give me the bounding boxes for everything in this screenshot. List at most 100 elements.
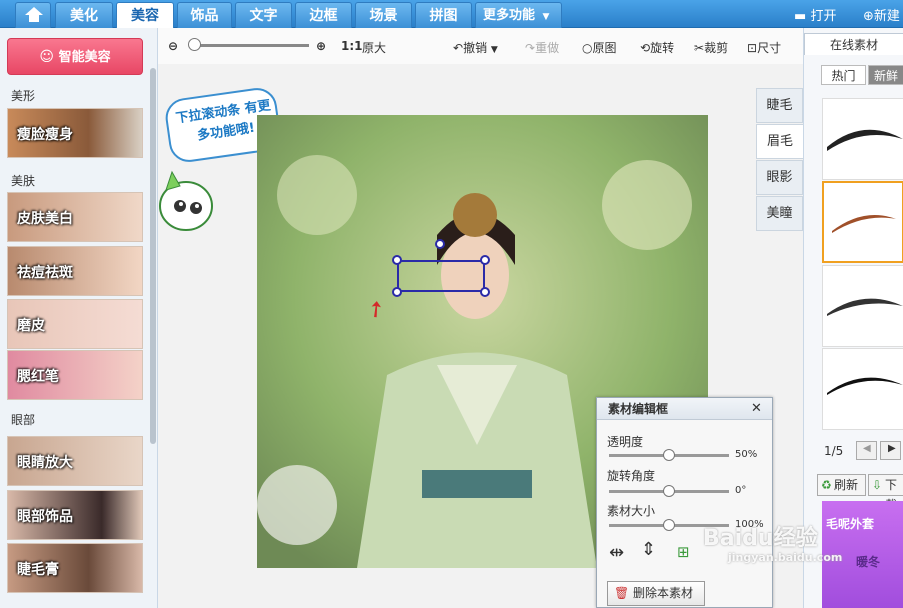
sidebar-item-smooth[interactable]: 磨皮 (7, 299, 143, 349)
sidebar-scrollbar[interactable] (150, 68, 156, 444)
feature-sidebar: ☺ 智能美容 美形 瘦脸瘦身 美肤 皮肤美白 祛痘祛斑 磨皮 腮红笔 眼部 眼睛… (0, 28, 158, 608)
rotate-label: 旋转 (650, 41, 675, 55)
resize-handle[interactable] (392, 287, 402, 297)
delete-material-button[interactable]: 🗑 删除本素材 (607, 581, 705, 606)
original-button[interactable]: ○原图 (582, 39, 617, 56)
eyebrow-thumb[interactable] (822, 265, 903, 347)
sidebar-item-label: 磨皮 (17, 318, 45, 334)
ad-text: 暖冬 (856, 555, 881, 569)
zoom-in-icon[interactable]: ⊕ (316, 39, 326, 53)
sidebar-item-label: 祛痘祛斑 (17, 265, 73, 281)
sidebar-item-label: 眼睛放大 (17, 455, 73, 471)
smart-beauty-label: 智能美容 (58, 50, 111, 65)
flip-vertical-icon[interactable]: ⇕ (641, 539, 656, 560)
sidebar-item-label: 皮肤美白 (17, 211, 73, 227)
close-icon[interactable]: ✕ (751, 401, 762, 416)
size-label: 尺寸 (757, 41, 782, 55)
download-icon: ⇩ (872, 478, 883, 492)
redo-button[interactable]: ↷重做 (525, 39, 559, 56)
tab-border[interactable]: 边框 (295, 2, 352, 28)
tab-accessories[interactable]: 饰品 (177, 2, 232, 28)
eyebrow-thumb[interactable] (822, 98, 903, 180)
section-skin-title: 美肤 (11, 174, 36, 188)
home-tab[interactable] (15, 2, 51, 28)
mascot-icon (159, 170, 213, 231)
rotation-value: 0° (735, 485, 747, 496)
chevron-down-icon: ▼ (542, 12, 550, 22)
tab-contact-lens[interactable]: 美瞳 (756, 196, 803, 231)
chevron-right-icon: ▶ (888, 443, 896, 454)
redo-label: 重做 (535, 41, 560, 55)
face-icon: ☺ (39, 49, 55, 65)
rotate-icon: ⟲ (640, 41, 651, 55)
refresh-icon: ♻ (821, 478, 832, 492)
tab-collage[interactable]: 拼图 (415, 2, 472, 28)
eyebrow-icon (827, 298, 903, 316)
tab-online-material[interactable]: 在线素材 (804, 33, 903, 55)
eyebrow-thumb[interactable] (822, 348, 903, 430)
sidebar-item-slim-face[interactable]: 瘦脸瘦身 (7, 108, 143, 158)
undo-icon: ↶ (453, 41, 464, 55)
redo-icon: ↷ (525, 41, 536, 55)
opacity-slider-knob[interactable] (663, 449, 675, 461)
tab-text[interactable]: 文字 (235, 2, 292, 28)
resize-handle[interactable] (392, 255, 402, 265)
resize-handle[interactable] (480, 255, 490, 265)
circle-icon: ○ (582, 41, 593, 55)
crop-button[interactable]: ✂裁剪 (694, 39, 728, 56)
page-indicator: 1/5 (824, 444, 844, 458)
top-nav-bar: 美化 美容 饰品 文字 边框 场景 拼图 更多功能 ▼ ▬ 打开 ⊕新建 (0, 0, 903, 29)
rotate-button[interactable]: ⟲旋转 (640, 39, 674, 56)
smart-beauty-button[interactable]: ☺ 智能美容 (7, 38, 143, 75)
sidebar-item-eye-accessories[interactable]: 眼部饰品 (7, 490, 143, 540)
resize-handle[interactable] (480, 287, 490, 297)
open-button[interactable]: ▬ 打开 (794, 5, 836, 24)
sidebar-item-label: 瘦脸瘦身 (17, 127, 73, 143)
scissors-icon: ✂ (694, 41, 705, 55)
material-category-tabs: 睫毛 眉毛 眼影 美瞳 (756, 88, 803, 232)
section-shape-title: 美形 (11, 89, 36, 103)
next-page-button[interactable]: ▶ (880, 441, 901, 460)
refresh-label: 刷新 (834, 478, 859, 492)
chevron-left-icon: ◀ (863, 443, 871, 454)
tab-more[interactable]: 更多功能 ▼ (475, 2, 562, 28)
add-image-icon[interactable]: ⊞ (677, 543, 690, 561)
tab-hot[interactable]: 热门 (821, 65, 866, 85)
eyebrow-thumb-selected[interactable] (822, 181, 903, 263)
zoom-ratio[interactable]: 1:1 (341, 39, 363, 53)
sidebar-item-eye-enlarge[interactable]: 眼睛放大 (7, 436, 143, 486)
download-button[interactable]: ⇩下载 (868, 474, 903, 512)
crop-label: 裁剪 (704, 41, 729, 55)
sidebar-item-acne[interactable]: 祛痘祛斑 (7, 246, 143, 296)
delete-label: 删除本素材 (633, 586, 694, 600)
zoom-slider[interactable] (191, 44, 309, 47)
sidebar-item-mascara[interactable]: 睫毛膏 (7, 543, 143, 593)
size-slider-knob[interactable] (663, 519, 675, 531)
tab-eyebrow[interactable]: 眉毛 (756, 124, 803, 159)
zoom-out-icon[interactable]: ⊖ (168, 39, 178, 53)
new-button[interactable]: ⊕新建 (863, 5, 900, 24)
tab-eyelash[interactable]: 睫毛 (756, 88, 803, 123)
watermark-logo: Baidu经验 jingyan.baidu.com (703, 526, 843, 565)
sidebar-item-blush[interactable]: 腮红笔 (7, 350, 143, 400)
tab-fresh[interactable]: 新鲜 (868, 65, 903, 85)
sidebar-item-label: 睫毛膏 (17, 562, 59, 578)
tab-eyeshadow[interactable]: 眼影 (756, 160, 803, 195)
home-icon-body (29, 14, 39, 22)
refresh-button[interactable]: ♻ 刷新 (817, 474, 866, 496)
undo-label: 撤销 (463, 41, 488, 55)
sidebar-item-label: 腮红笔 (17, 369, 59, 385)
eyebrow-selection-box[interactable] (397, 260, 485, 292)
actual-size-label[interactable]: 原大 (362, 39, 386, 56)
rotation-slider-knob[interactable] (663, 485, 675, 497)
tab-scene[interactable]: 场景 (355, 2, 412, 28)
zoom-slider-knob[interactable] (188, 38, 201, 51)
sidebar-item-whitening[interactable]: 皮肤美白 (7, 192, 143, 242)
flip-horizontal-icon[interactable]: ⇹ (609, 542, 624, 563)
tab-beautify[interactable]: 美化 (55, 2, 113, 28)
tab-beauty[interactable]: 美容 (116, 2, 174, 29)
prev-page-button[interactable]: ◀ (856, 441, 877, 460)
size-button[interactable]: ⊡尺寸 (747, 39, 781, 56)
rotate-handle[interactable] (435, 239, 445, 249)
undo-button[interactable]: ↶撤销 ▼ (453, 39, 498, 56)
